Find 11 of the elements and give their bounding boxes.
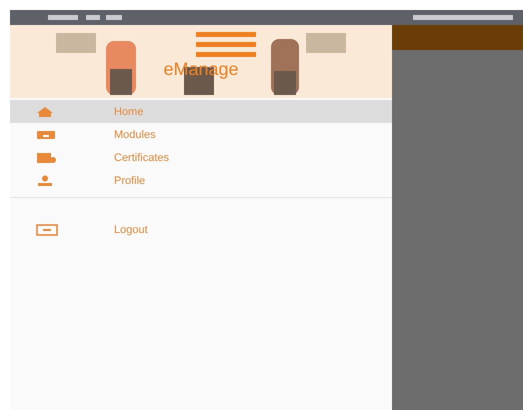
drawer-menu-item[interactable]: Profile	[10, 169, 392, 192]
certificate-icon	[36, 152, 58, 164]
logout-icon	[36, 224, 58, 236]
drawer-menu-item[interactable]: Certificates	[10, 146, 392, 169]
module-icon	[36, 130, 56, 140]
home-icon	[36, 106, 54, 118]
drawer-menu-item[interactable]: Modules	[10, 123, 392, 146]
drawer-menu-item[interactable]: Logout	[10, 218, 392, 241]
app-name: eManage	[163, 58, 239, 78]
drawer-menu-item[interactable]: Home	[10, 100, 392, 123]
person-icon	[36, 174, 54, 186]
